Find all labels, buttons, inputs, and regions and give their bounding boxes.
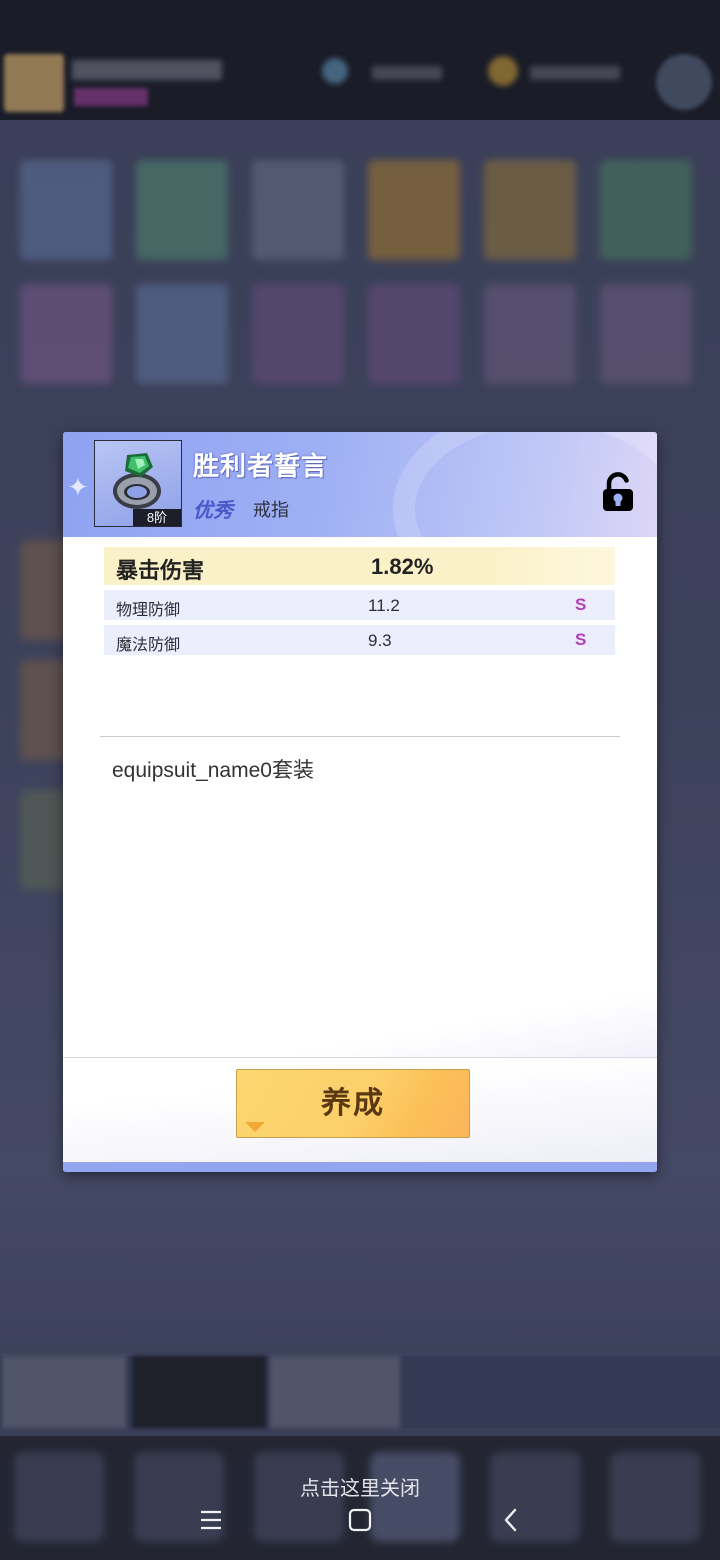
back-chevron-icon[interactable] [491,1500,531,1540]
item-type: 戒指 [253,500,289,520]
item-name: 胜利者誓言 [193,451,329,481]
sub-stat-grade: S [575,630,587,649]
dialog-header: ✦ 8阶 胜利者誓言 优秀 戒指 [63,432,657,616]
item-icon-frame: 8阶 [94,440,182,527]
main-stat-row: 暴击伤害 1.82% [104,547,615,585]
tier-label: 8阶 [133,509,181,526]
ring-icon [113,453,161,509]
equipment-detail-dialog: ✦ 8阶 胜利者誓言 优秀 戒指 暴击伤害 1.82% 物理防御 11.2 S … [63,432,657,1172]
sub-stat-label: 物理防御 [116,602,181,619]
cultivate-button-label: 养成 [321,1087,385,1120]
item-quality: 优秀 [193,500,233,522]
main-stat-label: 暴击伤害 [116,558,205,583]
sub-stat-value: 11.2 [368,596,400,615]
sub-stat-row: 物理防御 11.2 S [104,590,615,620]
home-square-icon[interactable] [340,1500,380,1540]
menu-icon[interactable] [191,1500,231,1540]
sparkle-icon: ✦ [67,472,89,502]
sub-stat-grade: S [575,595,587,614]
unlock-icon[interactable] [601,472,635,512]
system-nav-bar [0,1490,720,1550]
sub-stat-value: 9.3 [368,631,392,650]
suit-name: equipsuit_name0套装 [112,759,314,782]
button-decoration [245,1122,265,1132]
section-divider [100,736,620,737]
dialog-bottom-bar [63,1162,657,1172]
main-stat-value: 1.82% [371,554,434,579]
cultivate-button[interactable]: 养成 [236,1069,470,1138]
description-area [63,992,657,1057]
stats-list: 暴击伤害 1.82% 物理防御 11.2 S 魔法防御 9.3 S [104,547,615,655]
sub-stat-label: 魔法防御 [116,637,181,654]
sub-stat-row: 魔法防御 9.3 S [104,625,615,655]
